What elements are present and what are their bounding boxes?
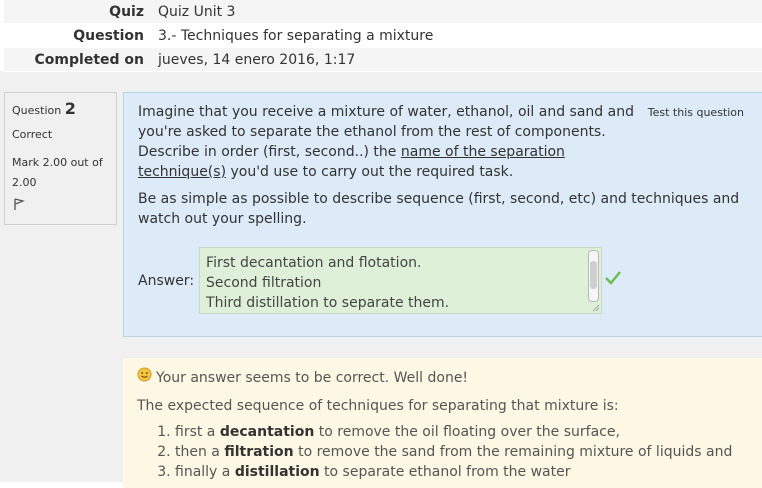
question-formulation: Test this question Imagine that you rece…	[123, 92, 762, 337]
textarea-scrollbar[interactable]	[588, 250, 600, 302]
answer-row: Answer: First decantation and flotation.…	[138, 247, 622, 314]
question-number-value: 2	[64, 99, 76, 118]
feedback-steps: first a decantation to remove the oil fl…	[137, 422, 759, 482]
feedback-line2: The expected sequence of techniques for …	[137, 398, 619, 414]
feedback-box: Your answer seems to be correct. Well do…	[123, 358, 762, 488]
summary-row-completed: Completed on jueves, 14 enero 2016, 1:17	[4, 48, 762, 72]
summary-row-quiz: Quiz Quiz Unit 3	[4, 0, 762, 24]
flag-icon[interactable]	[12, 197, 26, 214]
question-info-box: Question 2 Correct Mark 2.00 out of 2.00	[4, 92, 117, 225]
test-question-link[interactable]: Test this question	[648, 103, 744, 123]
question-text: Imagine that you receive a mixture of wa…	[138, 104, 634, 180]
answer-line: Second filtration	[206, 275, 322, 291]
summary-row-question: Question 3.- Techniques for separating a…	[4, 24, 762, 48]
resize-handle-icon[interactable]	[592, 304, 600, 312]
answer-label: Answer:	[138, 272, 195, 289]
answer-textarea[interactable]: First decantation and flotation. Second …	[199, 247, 603, 314]
summary-label: Question	[73, 27, 144, 44]
summary-label: Completed on	[34, 51, 144, 68]
summary-value: 3.- Techniques for separating a mixture	[158, 27, 434, 44]
list-item: then a filtration to remove the sand fro…	[175, 442, 759, 462]
smiley-icon	[137, 367, 152, 388]
question-grade: Mark 2.00 out of 2.00	[12, 156, 103, 189]
feedback-correct: Your answer seems to be correct. Well do…	[137, 367, 759, 388]
answer-line: First decantation and flotation.	[206, 255, 422, 271]
summary-label: Quiz	[109, 3, 144, 20]
list-item: first a decantation to remove the oil fl…	[175, 422, 759, 442]
summary-value: Quiz Unit 3	[158, 3, 236, 20]
question-instructions: Be as simple as possible to describe seq…	[138, 191, 740, 227]
feedback-line1: Your answer seems to be correct. Well do…	[156, 369, 469, 386]
question-prefix: Question	[12, 104, 62, 117]
answer-line: Third distillation to separate them.	[206, 295, 450, 311]
question-state: Correct	[12, 128, 53, 141]
summary-value: jueves, 14 enero 2016, 1:17	[158, 51, 356, 68]
question-number: Question 2	[12, 99, 109, 118]
quiz-summary-table: Quiz Quiz Unit 3 Question 3.- Techniques…	[4, 0, 762, 72]
check-icon	[604, 270, 622, 292]
list-item: finally a distillation to separate ethan…	[175, 462, 759, 482]
